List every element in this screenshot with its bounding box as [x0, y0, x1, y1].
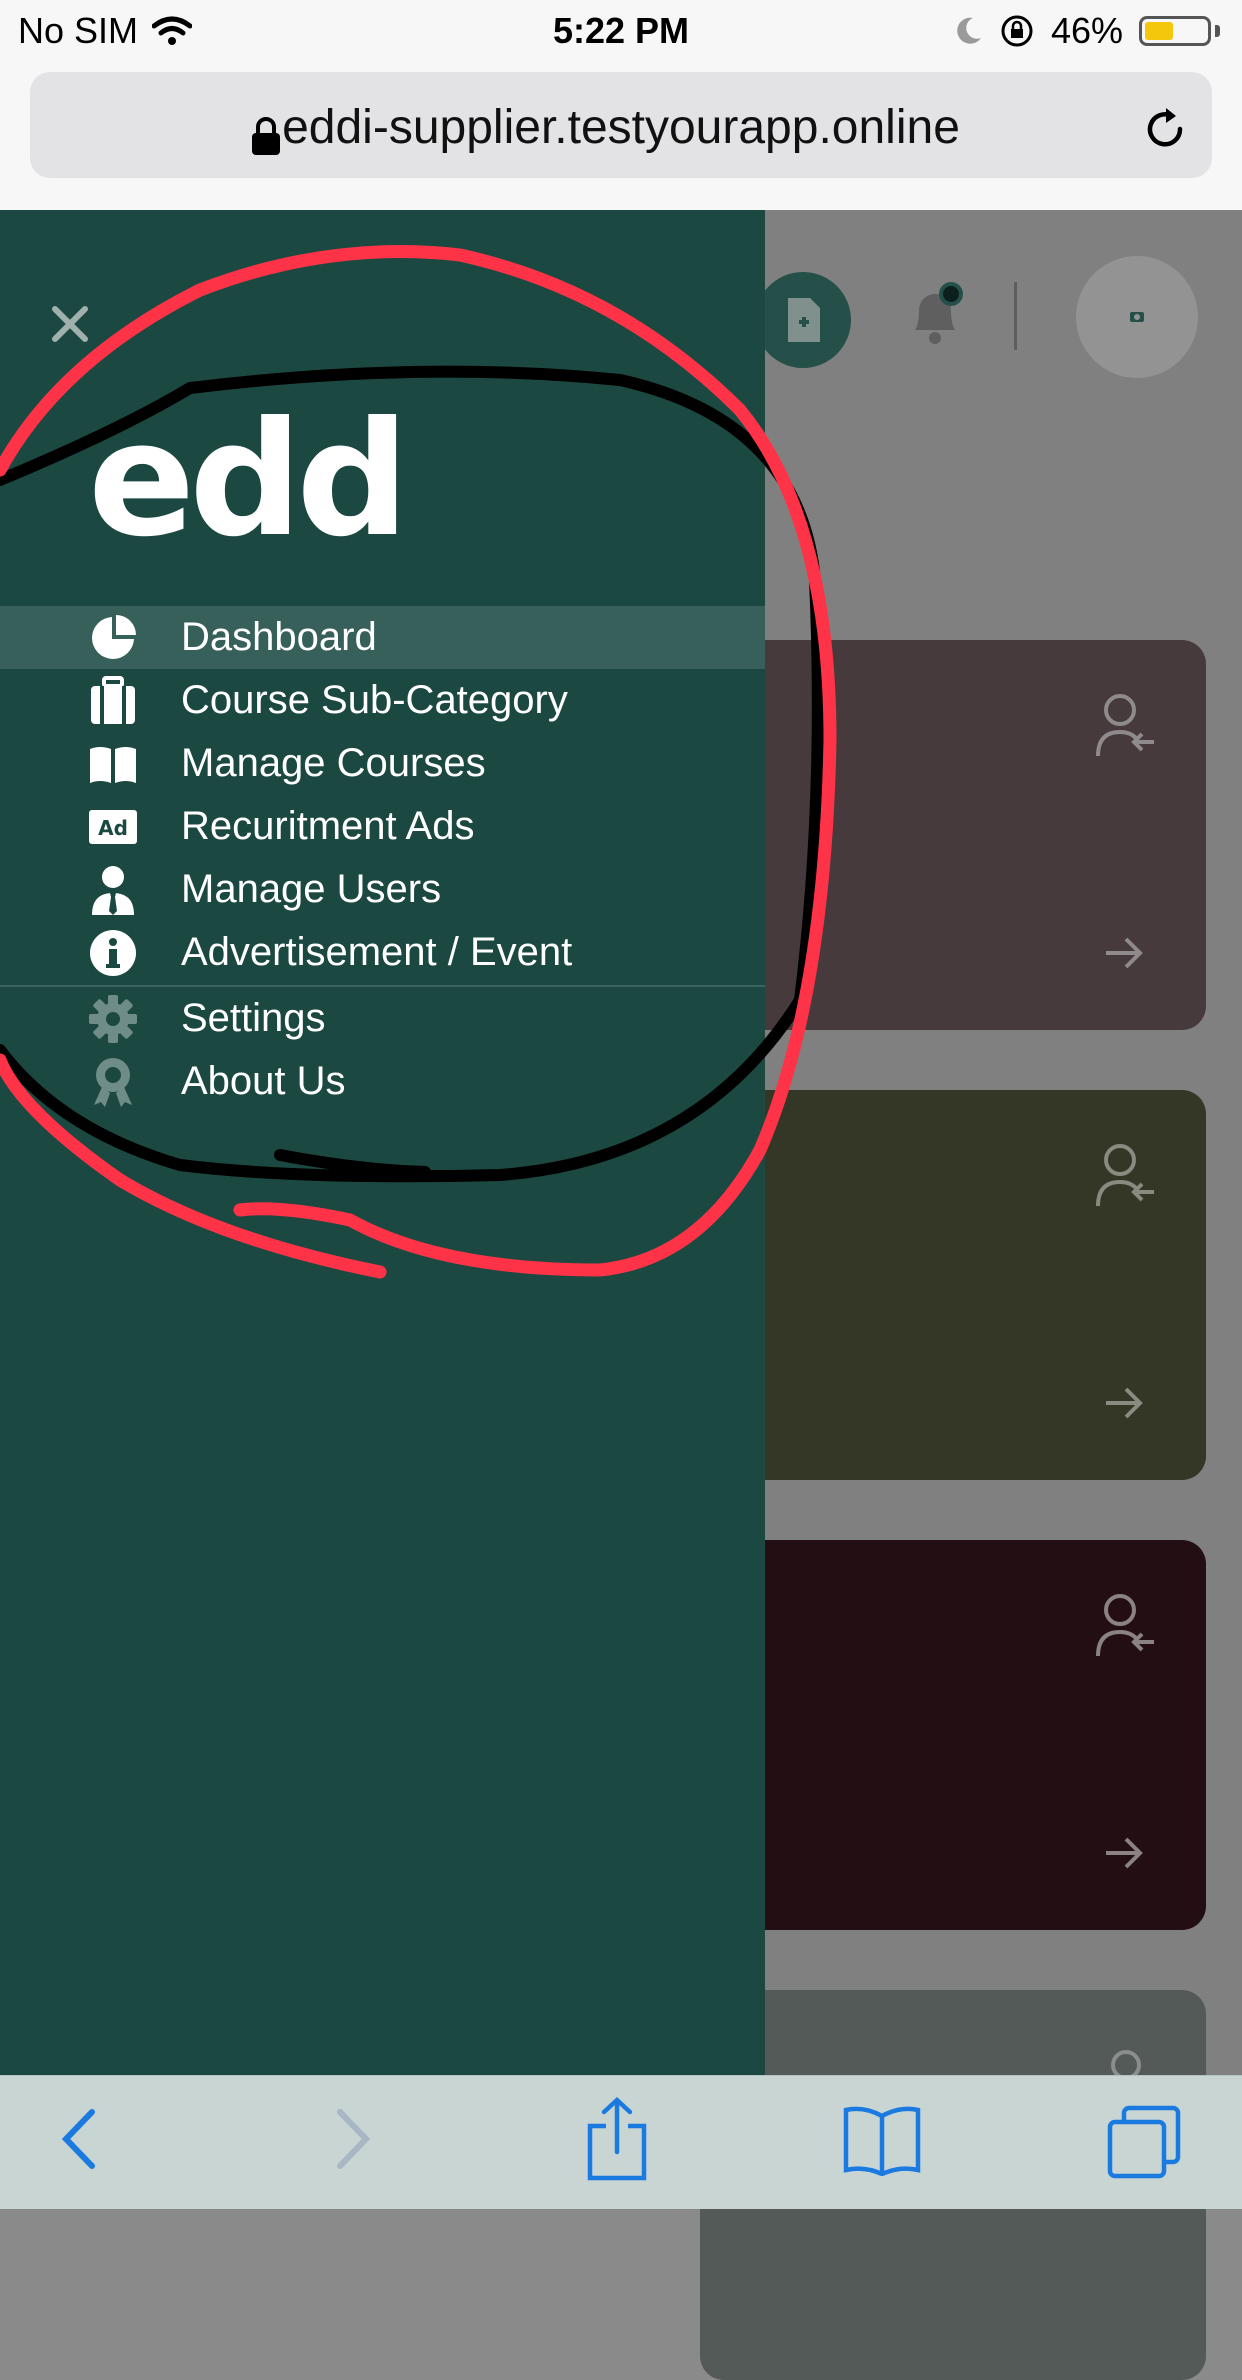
sidebar-drawer: eddi Dashboard Course Sub-Category	[0, 210, 765, 2075]
user-arrow-icon	[1096, 1594, 1154, 1657]
status-bar: No SIM 5:22 PM 46%	[0, 0, 1242, 62]
sidebar-item-label: Recuritment Ads	[181, 804, 475, 848]
user-tie-icon	[88, 865, 138, 915]
ad-icon: Ad	[88, 802, 138, 852]
back-icon[interactable]	[58, 2104, 98, 2174]
svg-text:Ad: Ad	[98, 816, 128, 840]
sidebar-item-manage-courses[interactable]: Manage Courses	[0, 732, 765, 795]
battery-fill	[1145, 22, 1173, 40]
rotation-lock-icon	[1001, 15, 1033, 47]
forward-icon[interactable]	[334, 2104, 374, 2174]
avatar[interactable]	[1076, 256, 1198, 378]
arrow-right-icon	[1106, 937, 1143, 969]
eddi-logo: eddi	[88, 410, 408, 550]
battery-icon	[1139, 16, 1211, 46]
sidebar-item-label: About Us	[181, 1059, 346, 1103]
browser-chrome: eddi-supplier.testyourapp.online	[0, 62, 1242, 210]
sidebar-item-label: Settings	[181, 996, 326, 1040]
file-plus-icon	[788, 298, 820, 342]
add-document-button[interactable]	[755, 272, 851, 368]
camera-icon	[1130, 312, 1144, 322]
user-arrow-icon	[1096, 694, 1154, 757]
info-circle-icon	[88, 928, 138, 978]
pie-chart-icon	[88, 613, 138, 663]
tabs-icon[interactable]	[1106, 2104, 1182, 2180]
bookmarks-icon[interactable]	[842, 2104, 922, 2176]
sidebar-item-label: Dashboard	[181, 615, 377, 659]
status-right: 46%	[955, 10, 1220, 52]
address-bar[interactable]: eddi-supplier.testyourapp.online	[30, 72, 1212, 178]
briefcase-icon	[88, 675, 138, 726]
battery-tip	[1215, 25, 1220, 37]
award-icon	[88, 1057, 138, 1107]
logo-text: eddi	[88, 410, 408, 550]
gear-icon	[88, 994, 138, 1044]
sidebar-item-about-us[interactable]: About Us	[0, 1050, 765, 1113]
browser-toolbar	[0, 2075, 1242, 2209]
user-arrow-icon	[1096, 1144, 1154, 1207]
header-divider	[1014, 282, 1017, 350]
sidebar-item-label: Course Sub-Category	[181, 678, 568, 722]
arrow-right-icon	[1106, 1837, 1143, 1869]
sidebar-item-course-sub-category[interactable]: Course Sub-Category	[0, 669, 765, 732]
sidebar-item-settings[interactable]: Settings	[0, 987, 765, 1050]
arrow-right-icon	[1106, 1387, 1143, 1419]
stat-card-3[interactable]	[700, 1540, 1206, 1930]
sidebar-item-label: Manage Courses	[181, 741, 486, 785]
moon-icon	[957, 17, 981, 44]
close-icon[interactable]	[50, 304, 90, 344]
sidebar-item-manage-users[interactable]: Manage Users	[0, 858, 765, 921]
share-icon[interactable]	[586, 2096, 648, 2182]
battery-percent: 46%	[1050, 10, 1123, 51]
user-arrow-icon	[1111, 2050, 1141, 2075]
sidebar-item-recuritment-ads[interactable]: Ad Recuritment Ads	[0, 795, 765, 858]
sidebar-item-label: Advertisement / Event	[181, 930, 573, 974]
sidebar-item-label: Manage Users	[181, 867, 442, 911]
reload-icon[interactable]	[1140, 104, 1190, 154]
stat-card-2[interactable]	[700, 1090, 1206, 1480]
sidebar-item-dashboard[interactable]: Dashboard	[0, 606, 765, 669]
url-text: eddi-supplier.testyourapp.online	[282, 101, 960, 154]
book-open-icon	[88, 739, 138, 789]
sidebar-item-advertisement-event[interactable]: Advertisement / Event	[0, 921, 765, 984]
bell-icon[interactable]	[905, 280, 965, 350]
stat-card-1[interactable]	[700, 640, 1206, 1030]
